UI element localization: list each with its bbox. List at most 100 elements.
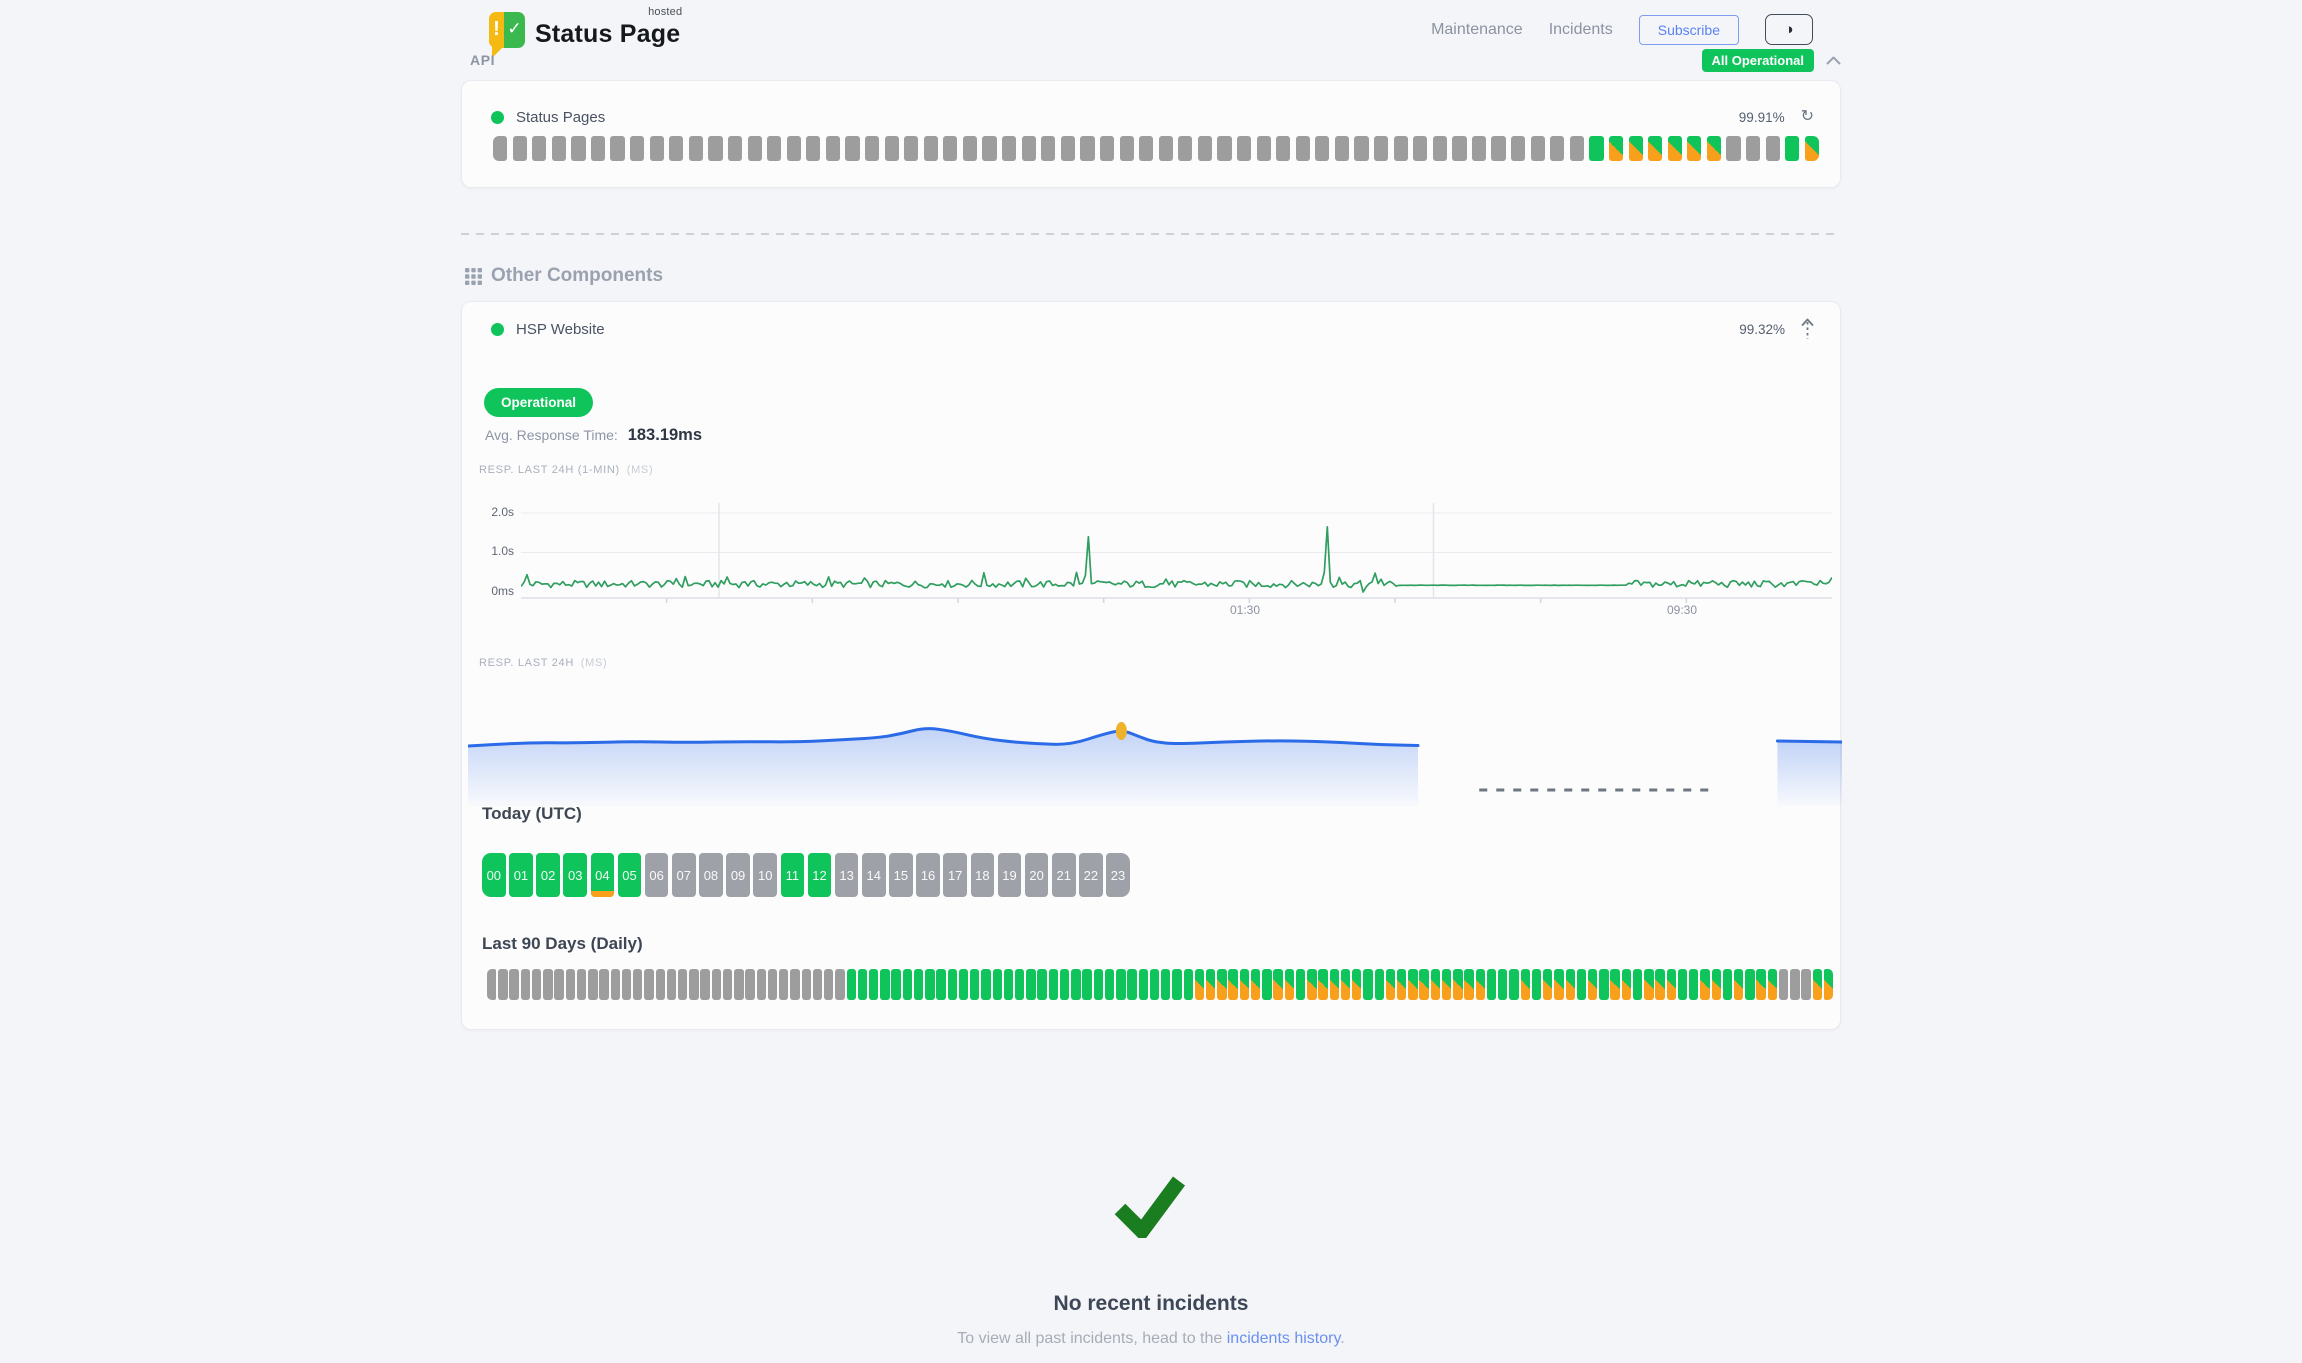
collapse-chevron-icon[interactable]: [1826, 56, 1841, 65]
uptime-bar: [588, 969, 597, 1000]
uptime-bar: [904, 136, 918, 161]
uptime-bar: [1037, 969, 1046, 1000]
check-icon: [1111, 1174, 1187, 1238]
uptime-bar: [644, 969, 653, 1000]
uptime-bar: [1521, 969, 1530, 1000]
resp-1min-chart-label: RESP. LAST 24H (1-MIN) (MS): [479, 464, 653, 476]
uptime-bar: [1105, 969, 1114, 1000]
hour-cell-20: 20: [1025, 853, 1049, 897]
top-nav: Maintenance Incidents Subscribe ◑: [1431, 14, 1813, 45]
uptime-bar: [1080, 136, 1094, 161]
uptime-bar: [1276, 136, 1290, 161]
uptime-bar: [1511, 136, 1525, 161]
uptime-bar: [824, 969, 833, 1000]
uptime-bar: [1375, 969, 1384, 1000]
uptime-bar: [924, 136, 938, 161]
hour-cell-16: 16: [916, 853, 940, 897]
hour-cell-07: 07: [672, 853, 696, 897]
status-badge: All Operational: [1702, 49, 1814, 72]
uptime-bar: [806, 136, 820, 161]
nav-incidents[interactable]: Incidents: [1549, 21, 1613, 39]
uptime-bar: [591, 136, 605, 161]
uptime-bar: [599, 969, 608, 1000]
uptime-bar: [768, 969, 777, 1000]
uptime-bar: [656, 969, 665, 1000]
operational-pill: Operational: [484, 388, 593, 417]
uptime-bar: [813, 969, 822, 1000]
uptime-bar: [1813, 969, 1822, 1000]
hour-cell-05: 05: [618, 853, 642, 897]
component-row: HSP Website 99.32%: [491, 316, 1814, 342]
uptime-bar: [1354, 136, 1368, 161]
brand-superscript: hosted: [648, 6, 682, 18]
uptime-bar: [1049, 969, 1058, 1000]
uptime-bar: [689, 969, 698, 1000]
uptime-bar: [1589, 136, 1603, 161]
uptime-bar: [959, 969, 968, 1000]
uptime-bar: [1273, 969, 1282, 1000]
uptime-bar: [723, 969, 732, 1000]
uptime-bar: [1352, 969, 1361, 1000]
uptime-bar: [630, 136, 644, 161]
uptime-bar: [1184, 969, 1193, 1000]
nav-maintenance[interactable]: Maintenance: [1431, 21, 1523, 39]
status-dot-icon: [491, 323, 504, 336]
other-components-title: Other Components: [491, 265, 663, 287]
hour-cell-00: 00: [482, 853, 506, 897]
uptime-bar: [1094, 969, 1103, 1000]
uptime-bar: [1315, 136, 1329, 161]
hour-cell-21: 21: [1052, 853, 1076, 897]
uptime-bar: [1532, 969, 1541, 1000]
uptime-bar: [1150, 969, 1159, 1000]
component-name: Status Pages: [516, 109, 605, 126]
uptime-bar: [554, 969, 563, 1000]
incidents-subtext: To view all past incidents, head to the …: [461, 1330, 1841, 1348]
api-section-title: API: [470, 52, 495, 68]
uptime-bar: [498, 969, 507, 1000]
uptime-bar: [787, 136, 801, 161]
uptime-bar: [1397, 969, 1406, 1000]
theme-toggle-button[interactable]: ◑: [1765, 14, 1813, 45]
api-component-card: Status Pages 99.91% ↻: [461, 80, 1841, 188]
incidents-history-link[interactable]: incidents history: [1227, 1330, 1341, 1347]
uptime-bar: [689, 136, 703, 161]
uptime-bar: [1237, 136, 1251, 161]
uptime-bar: [700, 969, 709, 1000]
chart-unit: (MS): [627, 464, 654, 476]
uptime-bar: [1801, 969, 1810, 1000]
uptime-bar: [1408, 969, 1417, 1000]
hour-cell-13: 13: [835, 853, 859, 897]
resp-24h-plot[interactable]: [468, 701, 1842, 806]
uptime-bar: [521, 969, 530, 1000]
uptime-bar: [1768, 969, 1777, 1000]
uptime-bar: [1785, 136, 1799, 161]
uptime-bar: [1386, 969, 1395, 1000]
subscribe-button[interactable]: Subscribe: [1639, 15, 1739, 45]
uptime-bar: [1550, 136, 1564, 161]
uptime-bar: [650, 136, 664, 161]
uptime-bar: [1723, 969, 1732, 1000]
uptime-bar: [1198, 136, 1212, 161]
uptime-bar: [678, 969, 687, 1000]
resp-24h-chart-label: RESP. LAST 24H (MS): [479, 657, 607, 669]
hour-cell-15: 15: [889, 853, 913, 897]
uptime-bar: [948, 969, 957, 1000]
uptime-bar: [1599, 969, 1608, 1000]
uptime-bar: [543, 969, 552, 1000]
uptime-bar: [712, 969, 721, 1000]
uptime-bar: [847, 969, 856, 1000]
uptime-bar: [1498, 969, 1507, 1000]
resp-1min-plot[interactable]: [521, 497, 1832, 632]
uptime-bar: [1566, 969, 1575, 1000]
hour-cell-02: 02: [536, 853, 560, 897]
uptime-bar: [1629, 136, 1643, 161]
uptime-bar: [1707, 136, 1721, 161]
uptime-bar: [566, 969, 575, 1000]
uptime-bar: [1341, 969, 1350, 1000]
uptime-bar: [858, 969, 867, 1000]
refresh-icon[interactable]: ↻: [1801, 109, 1814, 125]
uptime-bar: [1700, 969, 1709, 1000]
hour-cell-14: 14: [862, 853, 886, 897]
collapse-arrow-icon[interactable]: [1801, 318, 1814, 340]
avg-response-value: 183.19ms: [628, 426, 702, 444]
